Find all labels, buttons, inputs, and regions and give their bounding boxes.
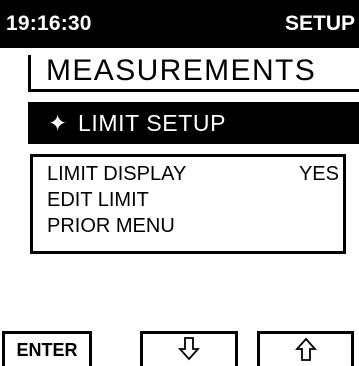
- clock-time: 19:16:30: [6, 12, 92, 35]
- down-softkey[interactable]: [140, 331, 238, 366]
- option-edit-limit[interactable]: EDIT LIMIT: [47, 188, 329, 212]
- title-left-rule: [28, 55, 31, 91]
- page-title: MEASUREMENTS: [46, 54, 317, 87]
- options-panel: LIMIT DISPLAY YES EDIT LIMIT PRIOR MENU: [30, 154, 346, 254]
- option-prior-menu[interactable]: PRIOR MENU: [47, 214, 329, 238]
- down-arrow-icon: [178, 337, 200, 361]
- four-point-star-icon: ✦: [48, 110, 68, 136]
- enter-softkey[interactable]: ENTER: [2, 331, 92, 366]
- menu-item-label: LIMIT SETUP: [78, 110, 227, 136]
- mode-indicator: SETUP: [284, 12, 355, 35]
- option-limit-display[interactable]: LIMIT DISPLAY YES: [47, 162, 339, 186]
- option-label: EDIT LIMIT: [47, 189, 149, 211]
- status-bar: 19:16:30 SETUP: [0, 0, 359, 48]
- up-arrow-icon: [294, 337, 317, 361]
- up-softkey[interactable]: [257, 331, 354, 366]
- menu-item-limit-setup[interactable]: ✦ LIMIT SETUP: [28, 102, 359, 144]
- option-value: YES: [298, 163, 339, 185]
- enter-softkey-label: ENTER: [16, 340, 78, 360]
- title-underline: [28, 89, 359, 92]
- device-screen: 19:16:30 SETUP MEASUREMENTS ✦ LIMIT SETU…: [0, 0, 359, 366]
- option-label: LIMIT DISPLAY: [47, 163, 187, 185]
- option-label: PRIOR MENU: [47, 215, 175, 237]
